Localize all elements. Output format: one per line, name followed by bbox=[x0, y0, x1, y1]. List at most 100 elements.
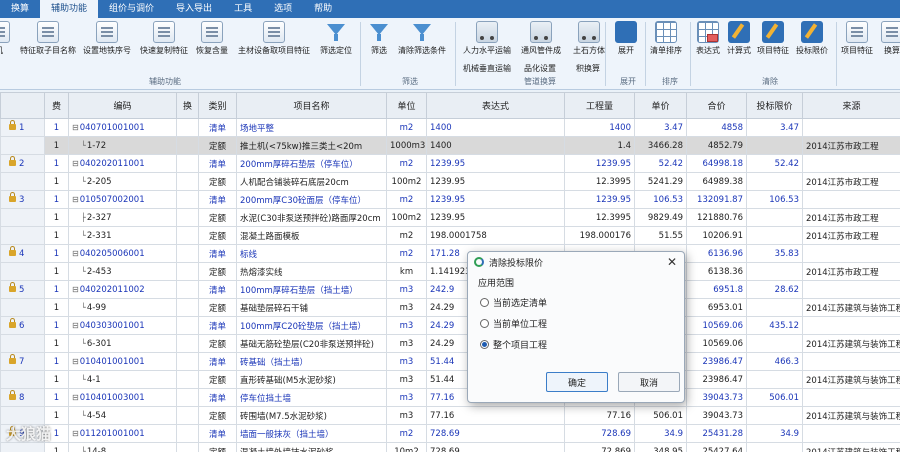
cell-expr[interactable]: 1400 bbox=[426, 136, 565, 155]
cell-name[interactable]: 基础垫层碎石干铺 bbox=[236, 298, 387, 317]
radio-button[interactable] bbox=[480, 319, 489, 328]
filter-locate-button[interactable]: 筛选定位 bbox=[320, 21, 352, 71]
tree-collapse-icon[interactable]: ⊟ bbox=[72, 159, 79, 168]
cell-src[interactable]: 2014江苏市政工程 bbox=[802, 262, 900, 281]
cell-price[interactable]: 51.55 bbox=[634, 226, 687, 245]
ok-button[interactable]: 确定 bbox=[546, 372, 608, 392]
column-header[interactable]: 项目名称 bbox=[236, 92, 387, 119]
cell-code[interactable]: └14-8 bbox=[68, 442, 177, 452]
tree-collapse-icon[interactable]: ⊟ bbox=[72, 429, 79, 438]
cell-huan[interactable] bbox=[176, 316, 199, 335]
row-index[interactable] bbox=[0, 406, 45, 425]
cell-code[interactable]: ⊟040202011002 bbox=[68, 280, 177, 299]
cell-src[interactable]: 2014江苏建筑与装饰工程 bbox=[802, 298, 900, 317]
row-index[interactable] bbox=[0, 136, 45, 155]
cell-unit[interactable]: m2 bbox=[386, 226, 427, 245]
cell-code[interactable]: ├2-327 bbox=[68, 208, 177, 227]
cell-cat[interactable]: 清单 bbox=[198, 190, 237, 209]
cell-huan[interactable] bbox=[176, 154, 199, 173]
cell-code[interactable]: ⊟010507002001 bbox=[68, 190, 177, 209]
cell-price[interactable]: 5241.29 bbox=[634, 172, 687, 191]
cell-price[interactable]: 3.47 bbox=[634, 118, 687, 137]
cell-name[interactable]: 推土机(<75kw)推三类土<20m bbox=[236, 136, 387, 155]
cell-total[interactable]: 6951.8 bbox=[686, 280, 747, 299]
table-row[interactable]: 1 └1-72 定额 推土机(<75kw)推三类土<20m 1000m3 1400 1.4 3… bbox=[0, 136, 900, 155]
cell-unit[interactable]: 100m2 bbox=[386, 172, 427, 191]
cell-code[interactable]: └6-301 bbox=[68, 334, 177, 353]
cell-huan[interactable] bbox=[176, 298, 199, 317]
cell-limit[interactable]: 28.62 bbox=[746, 280, 803, 299]
row-index[interactable] bbox=[0, 208, 45, 227]
cell-total[interactable]: 6138.36 bbox=[686, 262, 747, 281]
table-row[interactable]: 1 └4-1 定额 直形砖基础(M5水泥砂浆) m3 51.44 23986.47 2014江… bbox=[0, 370, 900, 389]
cell-src[interactable]: 2014江苏建筑与装饰工程 bbox=[802, 406, 900, 425]
cell-fee[interactable]: 1 bbox=[44, 316, 69, 335]
cell-name[interactable]: 停车位挡土墙 bbox=[236, 388, 387, 407]
cell-name[interactable]: 混凝土路面模板 bbox=[236, 226, 387, 245]
cell-unit[interactable]: m2 bbox=[386, 118, 427, 137]
cell-fee[interactable]: 1 bbox=[44, 244, 69, 263]
cell-src[interactable] bbox=[802, 424, 900, 443]
cell-qty[interactable]: 1.4 bbox=[564, 136, 635, 155]
column-header[interactable]: 编码 bbox=[68, 92, 177, 119]
cell-unit[interactable]: 10m2 bbox=[386, 442, 427, 452]
cell-huan[interactable] bbox=[176, 244, 199, 263]
column-header[interactable] bbox=[0, 92, 45, 119]
cell-name[interactable]: 200mm厚碎石垫层（停车位） bbox=[236, 154, 387, 173]
cell-cat[interactable]: 定额 bbox=[198, 334, 237, 353]
cell-huan[interactable] bbox=[176, 370, 199, 389]
cell-qty[interactable]: 1239.95 bbox=[564, 154, 635, 173]
cell-unit[interactable]: m3 bbox=[386, 370, 427, 389]
cell-limit[interactable] bbox=[746, 136, 803, 155]
cell-fee[interactable]: 1 bbox=[44, 280, 69, 299]
cell-src[interactable] bbox=[802, 190, 900, 209]
cell-name[interactable]: 200mm厚C30砼面层（停车位） bbox=[236, 190, 387, 209]
row-index[interactable] bbox=[0, 298, 45, 317]
cell-limit[interactable]: 35.83 bbox=[746, 244, 803, 263]
cell-cat[interactable]: 清单 bbox=[198, 244, 237, 263]
clear-filter-button[interactable]: 清除筛选条件 bbox=[398, 21, 446, 71]
cell-price[interactable]: 506.01 bbox=[634, 406, 687, 425]
cell-fee[interactable]: 1 bbox=[44, 352, 69, 371]
cell-total[interactable]: 6136.96 bbox=[686, 244, 747, 263]
cell-price[interactable]: 52.42 bbox=[634, 154, 687, 173]
cell-cat[interactable]: 定额 bbox=[198, 298, 237, 317]
radio-button[interactable] bbox=[480, 340, 489, 349]
column-header[interactable]: 来源 bbox=[802, 92, 900, 119]
cell-unit[interactable]: m3 bbox=[386, 334, 427, 353]
cell-limit[interactable] bbox=[746, 208, 803, 227]
cell-name[interactable]: 直形砖基础(M5水泥砂浆) bbox=[236, 370, 387, 389]
cell-src[interactable]: 2014江苏建筑与装饰工程 bbox=[802, 370, 900, 389]
table-row[interactable]: 1 └4-99 定额 基础垫层碎石干铺 m3 24.29 6953.01 2014江苏建筑与装… bbox=[0, 298, 900, 317]
cell-unit[interactable]: m3 bbox=[386, 316, 427, 335]
cell-total[interactable]: 10569.06 bbox=[686, 334, 747, 353]
cell-unit[interactable]: m3 bbox=[386, 298, 427, 317]
menu-item-2[interactable]: 组价与调价 bbox=[98, 0, 165, 18]
cell-fee[interactable]: 1 bbox=[44, 190, 69, 209]
cell-expr[interactable]: 1239.95 bbox=[426, 190, 565, 209]
cell-src[interactable]: 2014江苏市政工程 bbox=[802, 136, 900, 155]
cell-src[interactable] bbox=[802, 352, 900, 371]
menu-item-5[interactable]: 选项 bbox=[263, 0, 303, 18]
table-row[interactable]: 5 1 ⊟040202011002 清单 100mm厚碎石垫层（挡土墙） m3 242.9 6… bbox=[0, 280, 900, 299]
cell-cat[interactable]: 清单 bbox=[198, 352, 237, 371]
cell-huan[interactable] bbox=[176, 118, 199, 137]
menu-item-1[interactable]: 辅助功能 bbox=[40, 0, 99, 18]
scope-option-1[interactable]: 当前单位工程 bbox=[480, 317, 547, 330]
cell-fee[interactable]: 1 bbox=[44, 262, 69, 281]
column-header[interactable]: 合价 bbox=[686, 92, 747, 119]
table-row[interactable]: 1 └4-54 定额 砖围墙(M7.5水泥砂浆) m3 77.16 77.16 506.01 3… bbox=[0, 406, 900, 425]
cell-name[interactable]: 混凝土墙外墙抹水泥砂浆 bbox=[236, 442, 387, 452]
cell-fee[interactable]: 1 bbox=[44, 208, 69, 227]
cell-name[interactable]: 水泥(C30非泵送预拌砼)路面厚20cm bbox=[236, 208, 387, 227]
row-index[interactable]: 4 bbox=[0, 244, 45, 263]
cell-code[interactable]: └4-54 bbox=[68, 406, 177, 425]
cell-unit[interactable]: m2 bbox=[386, 244, 427, 263]
scope-option-2[interactable]: 整个项目工程 bbox=[480, 338, 547, 351]
cell-price[interactable]: 3466.28 bbox=[634, 136, 687, 155]
filter-button[interactable]: 筛选 bbox=[368, 21, 390, 71]
menu-item-4[interactable]: 工具 bbox=[223, 0, 263, 18]
cell-huan[interactable] bbox=[176, 136, 199, 155]
cell-unit[interactable]: km bbox=[386, 262, 427, 281]
cell-expr[interactable]: 198.0001758 bbox=[426, 226, 565, 245]
